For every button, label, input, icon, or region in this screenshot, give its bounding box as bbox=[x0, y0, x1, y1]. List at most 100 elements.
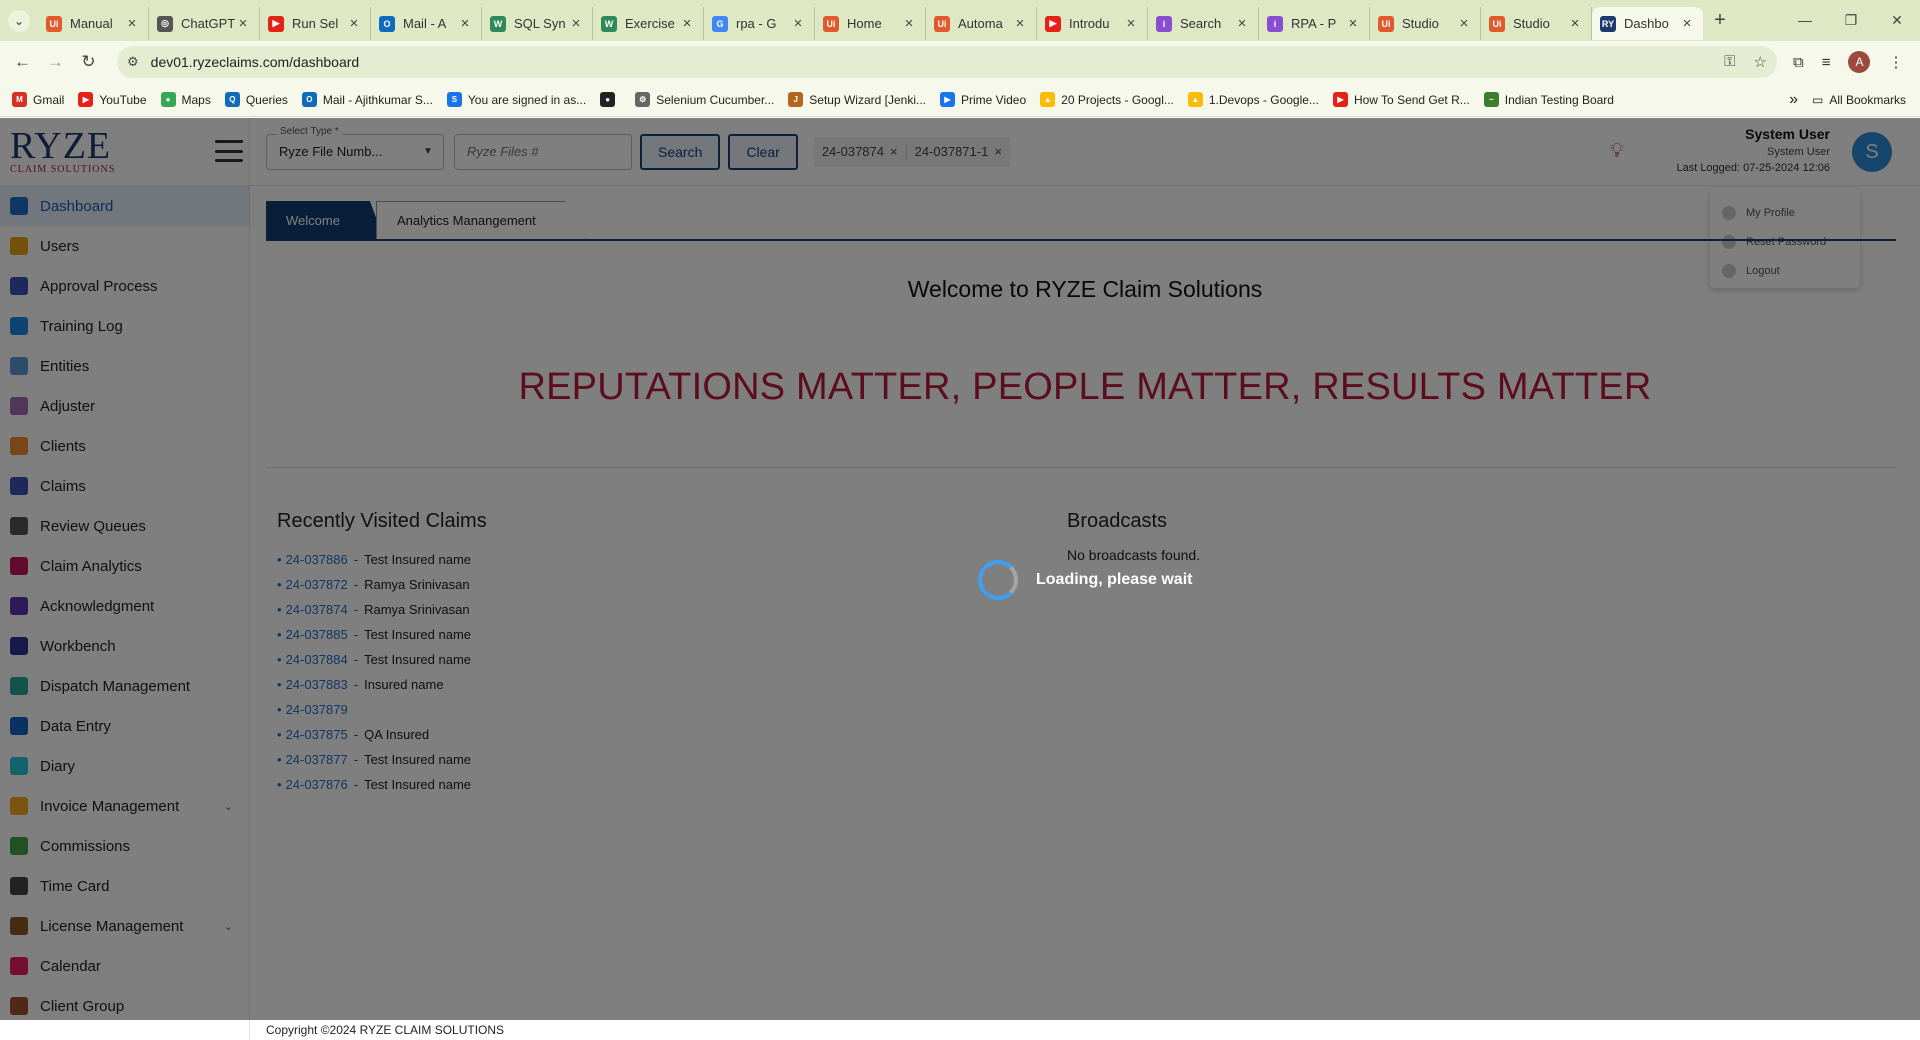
browser-tab[interactable]: W SQL Syn × bbox=[482, 7, 593, 40]
bookmark-label: Queries bbox=[245, 92, 288, 107]
browser-tab[interactable]: O Mail - A × bbox=[371, 7, 482, 40]
bookmark-item[interactable]: Q Queries bbox=[224, 92, 288, 107]
bookmark-item[interactable]: ▲ 1.Devops - Google... bbox=[1187, 92, 1319, 107]
browser-tab[interactable]: ▶ Run Sel × bbox=[260, 7, 371, 40]
bookmark-item[interactable]: ~ Indian Testing Board bbox=[1483, 92, 1614, 107]
tab-favicon-icon: Ui bbox=[823, 15, 839, 32]
tab-title: Home bbox=[847, 16, 882, 31]
tab-close-icon[interactable]: × bbox=[1345, 15, 1361, 32]
bookmark-label: Gmail bbox=[33, 92, 65, 107]
minimize-button[interactable]: — bbox=[1782, 12, 1828, 29]
tab-favicon-icon: ▶ bbox=[1045, 15, 1061, 32]
tab-close-icon[interactable]: × bbox=[346, 15, 362, 32]
site-info-icon[interactable]: ⚙ bbox=[127, 54, 139, 70]
bookmark-item[interactable]: ● bbox=[600, 92, 621, 107]
bookmark-label: 1.Devops - Google... bbox=[1208, 92, 1319, 107]
bookmark-item[interactable]: ▲ 20 Projects - Googl... bbox=[1040, 92, 1174, 107]
extensions-icon[interactable]: ⧉ bbox=[1793, 54, 1804, 71]
bookmark-label: YouTube bbox=[99, 92, 147, 107]
bookmark-favicon-icon: M bbox=[12, 92, 27, 107]
loading-indicator: Loading, please wait bbox=[978, 560, 1192, 600]
bookmarks-bar: M Gmail ▶ YouTube ● Maps Q Queries O Mail - Ajith… bbox=[0, 83, 1920, 117]
tab-favicon-icon: i bbox=[1156, 15, 1172, 32]
back-button[interactable]: ← bbox=[6, 52, 39, 72]
tab-title: SQL Syn bbox=[514, 16, 566, 31]
restore-button[interactable]: ❐ bbox=[1828, 12, 1874, 29]
tab-favicon-icon: O bbox=[379, 15, 395, 32]
bookmark-label: Mail - Ajithkumar S... bbox=[322, 92, 433, 107]
tab-close-icon[interactable]: × bbox=[235, 15, 251, 32]
tab-title: ChatGPT bbox=[181, 16, 235, 31]
tab-title: Dashbo bbox=[1624, 16, 1669, 31]
browser-tab[interactable]: Ui Studio × bbox=[1481, 7, 1592, 40]
bookmark-favicon-icon: ▲ bbox=[1187, 92, 1203, 107]
browser-tab[interactable]: Ui Studio × bbox=[1370, 7, 1481, 40]
tab-title: Automa bbox=[958, 16, 1003, 31]
tab-close-icon[interactable]: × bbox=[1123, 15, 1139, 32]
browser-tab-bar: ⌄ Ui Manual × ◎ ChatGPT × ▶ Run Sel × O Mail - A × W… bbox=[0, 0, 1920, 41]
tab-close-icon[interactable]: × bbox=[1234, 15, 1250, 32]
bookmark-favicon-icon: ▲ bbox=[1040, 92, 1056, 107]
tab-title: Studio bbox=[1402, 16, 1439, 31]
bookmark-item[interactable]: ▶ Prime Video bbox=[940, 92, 1026, 107]
bookmark-item[interactable]: ▶ How To Send Get R... bbox=[1332, 92, 1470, 107]
more-bookmarks-icon[interactable]: » bbox=[1789, 91, 1798, 109]
loading-overlay: Loading, please wait bbox=[0, 118, 1920, 1020]
tab-favicon-icon: Ui bbox=[46, 15, 62, 32]
tab-close-icon[interactable]: × bbox=[901, 15, 917, 32]
browser-tab[interactable]: i RPA - P × bbox=[1259, 7, 1370, 40]
tab-close-icon[interactable]: × bbox=[1567, 15, 1583, 32]
bookmark-item[interactable]: ⚙ Selenium Cucumber... bbox=[635, 92, 774, 107]
browser-tab[interactable]: RY Dashbo × bbox=[1592, 7, 1703, 40]
bookmark-favicon-icon: ~ bbox=[1483, 92, 1499, 107]
tab-favicon-icon: i bbox=[1267, 15, 1283, 32]
tab-favicon-icon: W bbox=[601, 15, 617, 32]
all-bookmarks-button[interactable]: ▭ All Bookmarks bbox=[1812, 93, 1906, 107]
bookmark-item[interactable]: S You are signed in as... bbox=[446, 92, 586, 107]
bookmark-favicon-icon: ⚙ bbox=[635, 92, 651, 107]
tab-close-icon[interactable]: × bbox=[568, 15, 584, 32]
tab-close-icon[interactable]: × bbox=[790, 15, 806, 32]
browser-menu-icon[interactable]: ⋮ bbox=[1888, 53, 1903, 71]
media-controls-icon[interactable]: ≡ bbox=[1822, 54, 1831, 71]
tab-close-icon[interactable]: × bbox=[1679, 15, 1695, 32]
tab-title: Run Sel bbox=[292, 16, 339, 31]
address-bar[interactable]: ⚙ dev01.ryzeclaims.com/dashboard ⚿ ☆ bbox=[117, 46, 1777, 78]
bookmark-item[interactable]: ● Maps bbox=[160, 92, 211, 107]
tab-close-icon[interactable]: × bbox=[679, 15, 695, 32]
browser-tab[interactable]: i Search × bbox=[1148, 7, 1259, 40]
bookmark-favicon-icon: S bbox=[446, 92, 462, 107]
spinner-icon bbox=[978, 560, 1018, 600]
browser-tab[interactable]: Ui Automa × bbox=[926, 7, 1037, 40]
forward-button[interactable]: → bbox=[39, 52, 72, 72]
tab-search-button[interactable]: ⌄ bbox=[0, 0, 38, 41]
tab-close-icon[interactable]: × bbox=[1012, 15, 1028, 32]
tab-close-icon[interactable]: × bbox=[1456, 15, 1472, 32]
bookmark-item[interactable]: M Gmail bbox=[12, 92, 64, 107]
url-text[interactable]: dev01.ryzeclaims.com/dashboard bbox=[151, 54, 1724, 70]
profile-avatar[interactable]: A bbox=[1848, 51, 1871, 73]
tab-close-icon[interactable]: × bbox=[457, 15, 473, 32]
bookmark-item[interactable]: O Mail - Ajithkumar S... bbox=[301, 92, 433, 107]
footer: Copyright ©2024 RYZE CLAIM SOLUTIONS bbox=[250, 1020, 1920, 1040]
tab-favicon-icon: Ui bbox=[1378, 15, 1394, 32]
browser-tab[interactable]: Grpa - G × bbox=[704, 7, 815, 40]
browser-tab[interactable]: Ui Manual × bbox=[38, 7, 149, 40]
tab-close-icon[interactable]: × bbox=[124, 15, 140, 32]
browser-tab[interactable]: ◎ ChatGPT × bbox=[149, 7, 260, 40]
bookmark-label: Prime Video bbox=[961, 92, 1027, 107]
bookmark-item[interactable]: ▶ YouTube bbox=[78, 92, 147, 107]
tab-title: Exercise bbox=[625, 16, 675, 31]
new-tab-button[interactable]: + bbox=[1703, 9, 1737, 32]
all-bookmarks-label: All Bookmarks bbox=[1829, 92, 1906, 107]
bookmark-star-icon[interactable]: ☆ bbox=[1754, 53, 1767, 71]
close-window-button[interactable]: ✕ bbox=[1874, 12, 1920, 29]
bookmark-item[interactable]: J Setup Wizard [Jenki... bbox=[788, 92, 926, 107]
reload-button[interactable]: ↻ bbox=[72, 52, 105, 72]
tab-title: Manual bbox=[70, 16, 113, 31]
browser-tab[interactable]: W Exercise × bbox=[593, 7, 704, 40]
password-key-icon[interactable]: ⚿ bbox=[1724, 53, 1735, 71]
browser-tab[interactable]: ▶ Introdu × bbox=[1037, 7, 1148, 40]
bookmark-favicon-icon: ▶ bbox=[1332, 92, 1348, 107]
browser-tab[interactable]: Ui Home × bbox=[815, 7, 926, 40]
